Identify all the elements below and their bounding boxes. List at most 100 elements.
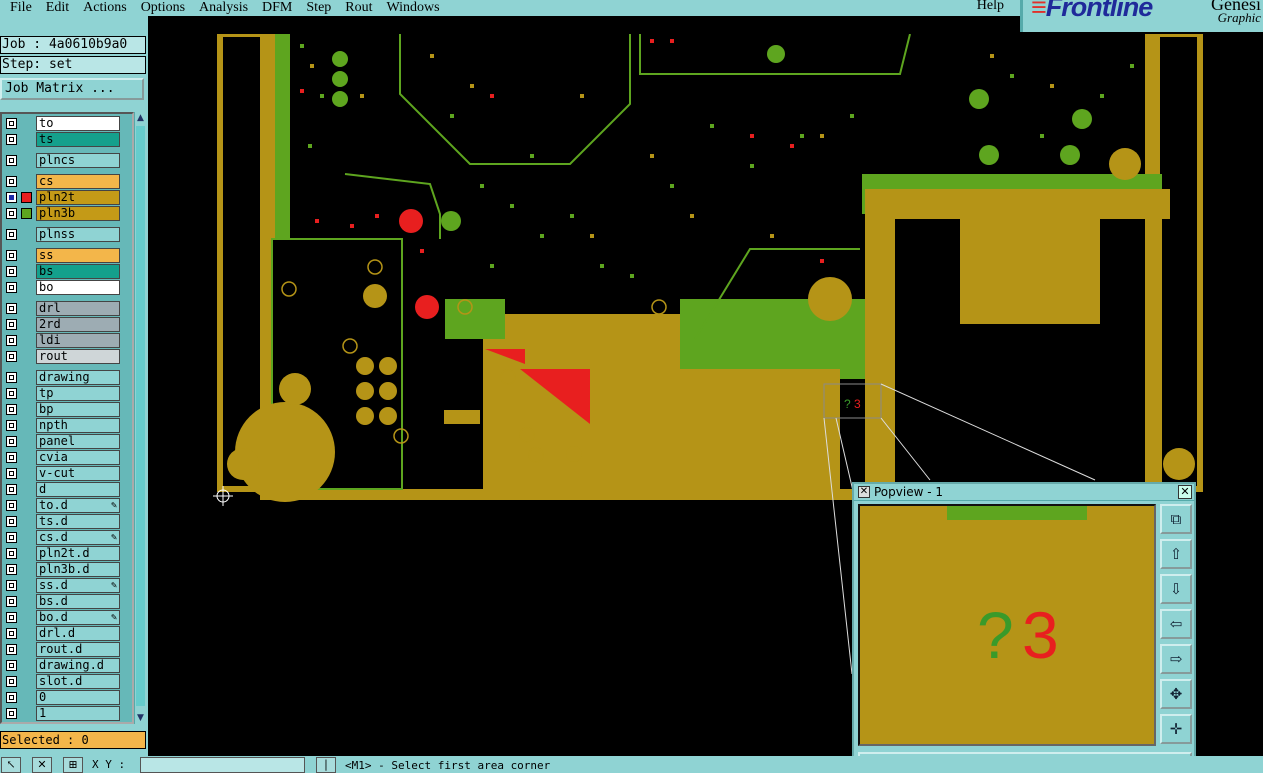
zoom-fit-icon[interactable]: ⧉	[1160, 504, 1192, 534]
scroll-up-icon[interactable]: ▲	[135, 112, 146, 124]
layer-name[interactable]: pln2t	[36, 190, 120, 205]
menu-help[interactable]: Help	[977, 0, 1004, 14]
layer-checkbox[interactable]	[6, 176, 17, 187]
pan-left-icon[interactable]: ⇦	[1160, 609, 1192, 639]
layer-checkbox[interactable]	[6, 564, 17, 575]
layer-scrollbar[interactable]: ▲ ▼	[134, 112, 146, 724]
zoom-out-icon[interactable]: ✥	[1160, 679, 1192, 709]
layer-checkbox[interactable]	[6, 303, 17, 314]
layer-row-drawing[interactable]: drawing	[4, 370, 120, 385]
layer-checkbox[interactable]	[6, 612, 17, 623]
layer-checkbox[interactable]	[6, 692, 17, 703]
layer-row-bp[interactable]: bp	[4, 402, 120, 417]
layer-name[interactable]: 2rd	[36, 317, 120, 332]
layer-checkbox[interactable]	[6, 420, 17, 431]
layer-name[interactable]: bp	[36, 402, 120, 417]
layer-row-pln3b[interactable]: pln3b	[4, 206, 120, 221]
zoom-in-icon[interactable]: ✛	[1160, 714, 1192, 744]
layer-row-tp[interactable]: tp	[4, 386, 120, 401]
layer-checkbox[interactable]	[6, 548, 17, 559]
layer-row-rout.d[interactable]: rout.d	[4, 642, 120, 657]
layer-row-bs.d[interactable]: bs.d	[4, 594, 120, 609]
layer-row-cvia[interactable]: cvia	[4, 450, 120, 465]
layer-checkbox[interactable]	[6, 372, 17, 383]
layer-checkbox[interactable]	[6, 250, 17, 261]
layer-row-slot.d[interactable]: slot.d	[4, 674, 120, 689]
layer-checkbox[interactable]	[6, 676, 17, 687]
layer-name[interactable]: cvia	[36, 450, 120, 465]
layer-row-1[interactable]: 1	[4, 706, 120, 721]
layer-name[interactable]: bs	[36, 264, 120, 279]
layer-name[interactable]: to	[36, 116, 120, 131]
layer-name[interactable]: panel	[36, 434, 120, 449]
layer-name[interactable]: drawing	[36, 370, 120, 385]
layer-row-ldi[interactable]: ldi	[4, 333, 120, 348]
layer-name[interactable]: tp	[36, 386, 120, 401]
layer-row-drl.d[interactable]: drl.d	[4, 626, 120, 641]
menu-analysis[interactable]: Analysis	[197, 1, 250, 15]
pan-down-icon[interactable]: ⇩	[1160, 574, 1192, 604]
window-menu-icon[interactable]: ✕	[858, 486, 870, 498]
layer-row-drawing.d[interactable]: drawing.d	[4, 658, 120, 673]
menu-file[interactable]: File	[8, 1, 34, 15]
layer-name[interactable]: rout.d	[36, 642, 120, 657]
pan-right-icon[interactable]: ⇨	[1160, 644, 1192, 674]
layer-name[interactable]: drl.d	[36, 626, 120, 641]
layer-name[interactable]: plncs	[36, 153, 120, 168]
layer-checkbox[interactable]	[6, 266, 17, 277]
layer-color-marker[interactable]	[21, 192, 32, 203]
layer-checkbox[interactable]	[6, 229, 17, 240]
layer-name[interactable]: ss.d ✎	[36, 578, 120, 593]
job-matrix-button[interactable]: Job Matrix ...	[0, 78, 144, 100]
layer-row-0[interactable]: 0	[4, 690, 120, 705]
menu-edit[interactable]: Edit	[44, 1, 71, 15]
layer-row-bs[interactable]: bs	[4, 264, 120, 279]
layer-checkbox[interactable]	[6, 452, 17, 463]
tool-select-icon[interactable]: ↖	[1, 757, 21, 773]
layer-checkbox[interactable]	[6, 404, 17, 415]
layer-name[interactable]: bo.d ✎	[36, 610, 120, 625]
layer-name[interactable]: drl	[36, 301, 120, 316]
tool-cross-icon[interactable]: ✕	[32, 757, 52, 773]
layer-row-pln3b.d[interactable]: pln3b.d	[4, 562, 120, 577]
menu-step[interactable]: Step	[304, 1, 333, 15]
popview-title[interactable]: Popview - 1	[854, 484, 1194, 501]
layer-name[interactable]: npth	[36, 418, 120, 433]
layer-row-pln2t.d[interactable]: pln2t.d	[4, 546, 120, 561]
layer-checkbox[interactable]	[6, 628, 17, 639]
tool-pipe-icon[interactable]: |	[316, 757, 336, 773]
layer-checkbox[interactable]	[6, 484, 17, 495]
layer-row-d[interactable]: d	[4, 482, 120, 497]
layer-name[interactable]: 1	[36, 706, 120, 721]
layer-row-v-cut[interactable]: v-cut	[4, 466, 120, 481]
layer-checkbox[interactable]	[6, 335, 17, 346]
layer-name[interactable]: to.d ✎	[36, 498, 120, 513]
layer-name[interactable]: 0	[36, 690, 120, 705]
menu-dfm[interactable]: DFM	[260, 1, 294, 15]
menu-options[interactable]: Options	[139, 1, 187, 15]
layer-checkbox[interactable]	[6, 155, 17, 166]
layer-checkbox[interactable]	[6, 192, 17, 203]
tool-grid-icon[interactable]: ⊞	[63, 757, 83, 773]
layer-checkbox[interactable]	[6, 580, 17, 591]
layer-name[interactable]: pln3b.d	[36, 562, 120, 577]
layer-checkbox[interactable]	[6, 468, 17, 479]
layer-checkbox[interactable]	[6, 660, 17, 671]
layer-color-marker[interactable]	[21, 208, 32, 219]
layer-name[interactable]: v-cut	[36, 466, 120, 481]
layer-row-2rd[interactable]: 2rd	[4, 317, 120, 332]
layer-checkbox[interactable]	[6, 388, 17, 399]
layer-name[interactable]: drawing.d	[36, 658, 120, 673]
layer-name[interactable]: cs.d ✎	[36, 530, 120, 545]
layer-row-drl[interactable]: drl	[4, 301, 120, 316]
layer-name[interactable]: ldi	[36, 333, 120, 348]
layer-name[interactable]: rout	[36, 349, 120, 364]
layer-checkbox[interactable]	[6, 134, 17, 145]
layer-row-cs[interactable]: cs	[4, 174, 120, 189]
close-icon[interactable]: ✕	[1178, 485, 1192, 499]
layer-row-rout[interactable]: rout	[4, 349, 120, 364]
layer-checkbox[interactable]	[6, 282, 17, 293]
layer-checkbox[interactable]	[6, 596, 17, 607]
popview-canvas[interactable]: ? 3	[858, 504, 1156, 746]
layer-row-to[interactable]: to	[4, 116, 120, 131]
